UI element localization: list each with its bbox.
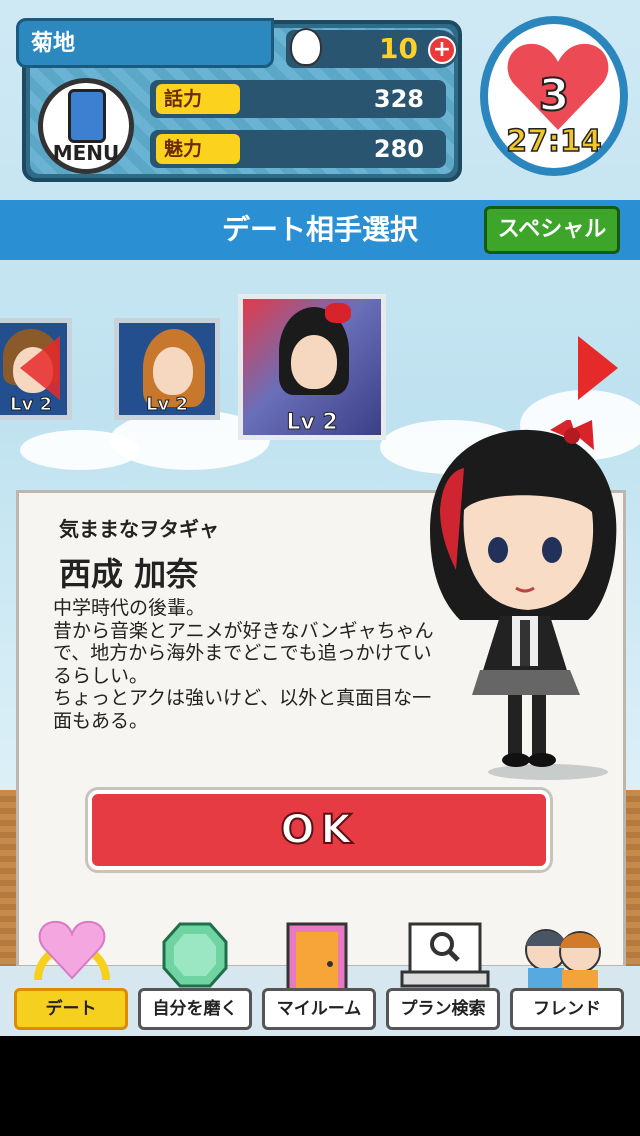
- add-eggs-button[interactable]: +: [428, 36, 456, 64]
- player-name: 菊地: [16, 18, 274, 68]
- laptop-search-icon: [400, 922, 490, 988]
- level-label: Lv 2: [146, 394, 189, 416]
- life-timer: 3 27:14: [480, 16, 628, 176]
- character-portrait: [430, 420, 617, 780]
- character-subtitle: 気ままなヲタギャ: [59, 517, 219, 541]
- life-count: 3: [538, 69, 571, 122]
- carousel-item-selected[interactable]: Lv 2: [238, 294, 386, 440]
- face: [153, 347, 193, 395]
- nav-my-room[interactable]: マイルーム: [262, 988, 376, 1030]
- friends-icon: [525, 929, 601, 988]
- stat-label: 話力: [156, 84, 240, 114]
- phone-icon: [68, 89, 106, 143]
- heart-icon: [34, 920, 110, 981]
- next-arrow-icon[interactable]: [578, 336, 618, 400]
- character-name: 西成 加奈: [59, 555, 199, 593]
- gem-icon: [162, 922, 228, 988]
- nav-self-improve[interactable]: 自分を磨く: [138, 988, 252, 1030]
- nav-plan-search[interactable]: プラン検索: [386, 988, 500, 1030]
- stat-charm: 魅力 280: [150, 130, 446, 168]
- carousel-item[interactable]: Lv 2: [114, 318, 220, 420]
- ribbon-icon: [325, 303, 351, 323]
- nav-date[interactable]: デート: [14, 988, 128, 1030]
- game-screen: 菊地 10 + MENU 話力 328 魅力 280 3 27:14 デート相手…: [0, 0, 640, 1036]
- face: [291, 335, 337, 389]
- door-icon: [286, 922, 348, 992]
- stat-value: 328: [373, 85, 424, 113]
- stat-value: 280: [373, 135, 424, 163]
- nav-friend[interactable]: フレンド: [510, 988, 624, 1030]
- egg-icon: [290, 28, 322, 66]
- recovery-timer: 27:14: [506, 123, 603, 160]
- character-description: 中学時代の後輩。 昔から音楽とアニメが好きなバンギャちゃんで、地方から海外までど…: [53, 597, 434, 732]
- menu-button[interactable]: MENU: [38, 78, 134, 174]
- menu-label: MENU: [52, 141, 120, 165]
- egg-count: 10: [379, 32, 418, 65]
- level-label: Lv 2: [286, 410, 338, 436]
- stat-label: 魅力: [156, 134, 240, 164]
- ok-button[interactable]: OK: [88, 790, 550, 870]
- stat-talk: 話力 328: [150, 80, 446, 118]
- special-button[interactable]: スペシャル: [484, 206, 620, 254]
- prev-arrow-icon[interactable]: [20, 336, 60, 400]
